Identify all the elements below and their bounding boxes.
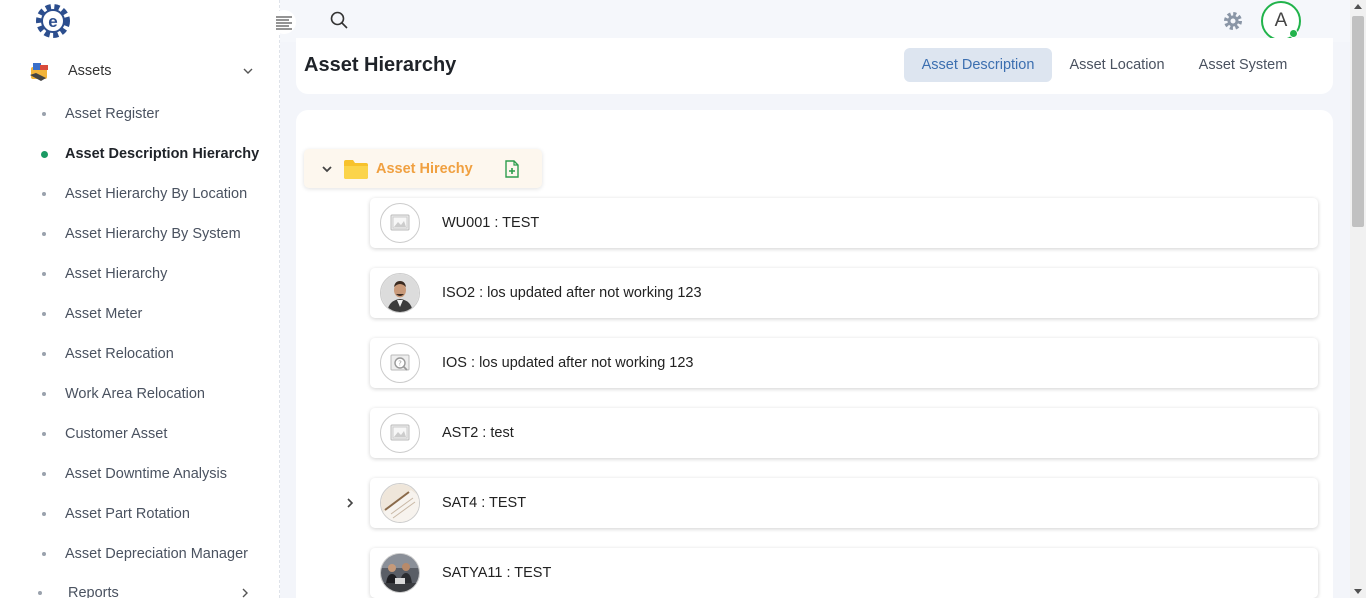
- sidebar-item[interactable]: Asset Downtime Analysis: [0, 454, 280, 494]
- sidebar-group-label: Assets: [68, 63, 112, 79]
- bullet-dot: [42, 472, 46, 476]
- asset-tree-node[interactable]: SATYA11 : TEST: [370, 548, 1318, 598]
- asset-thumbnail-group-photo-icon: [380, 553, 420, 593]
- bullet-dot: [42, 392, 46, 396]
- bullet-dot: [42, 232, 46, 236]
- sidebar-item-label: Asset Register: [65, 106, 160, 122]
- tree-root-label: Asset Hirechy: [376, 160, 473, 177]
- sidebar-item[interactable]: Asset Meter: [0, 294, 280, 334]
- bullet-dot: [42, 432, 46, 436]
- sidebar-item[interactable]: Asset Depreciation Manager: [0, 534, 280, 574]
- sidebar-item-label: Customer Asset: [65, 426, 168, 442]
- svg-text:?: ?: [398, 360, 402, 368]
- sidebar-item[interactable]: Customer Asset: [0, 414, 280, 454]
- bullet-dot: [42, 112, 46, 116]
- asset-thumbnail-person-photo-icon: [380, 273, 420, 313]
- bullet-dot: [42, 312, 46, 316]
- asset-tree-node[interactable]: ? IOS : los updated after not working 123: [370, 338, 1318, 388]
- asset-thumbnail-placeholder-icon: [380, 413, 420, 453]
- sidebar-item[interactable]: Asset Relocation: [0, 334, 280, 374]
- asset-thumbnail-placeholder-icon: [380, 203, 420, 243]
- sidebar-item-label: Asset Description Hierarchy: [65, 146, 260, 162]
- sidebar-item[interactable]: Asset Part Rotation: [0, 494, 280, 534]
- sidebar-item-label: Asset Hierarchy By Location: [65, 186, 248, 202]
- sidebar-item[interactable]: Asset Register: [0, 94, 280, 134]
- top-bar: [280, 0, 1350, 42]
- sidebar-item[interactable]: Asset Description Hierarchy: [0, 134, 280, 174]
- assets-icon: [30, 63, 48, 81]
- sidebar-item-label: Asset Meter: [65, 306, 143, 322]
- reports-label: Reports: [68, 585, 119, 598]
- bullet-dot: [42, 552, 46, 556]
- sidebar-item-label: Asset Hierarchy: [65, 266, 168, 282]
- tree-root-node[interactable]: Asset Hirechy: [304, 149, 542, 188]
- scrollbar-thumb[interactable]: [1352, 16, 1364, 227]
- asset-node-label: AST2 : test: [442, 425, 514, 441]
- sidebar-item-label: Asset Relocation: [65, 346, 174, 362]
- online-status-indicator: [1289, 29, 1298, 38]
- chevron-right-icon[interactable]: [344, 497, 356, 509]
- sidebar-item[interactable]: Work Area Relocation: [0, 374, 280, 414]
- tab-asset-system[interactable]: Asset System: [1186, 48, 1300, 82]
- chevron-down-icon[interactable]: [321, 163, 333, 175]
- add-file-icon[interactable]: [503, 159, 521, 178]
- tab-asset-description[interactable]: Asset Description: [904, 48, 1052, 82]
- hamburger-menu-icon[interactable]: [272, 9, 296, 35]
- bullet-dot: [42, 272, 46, 276]
- asset-node-label: IOS : los updated after not working 123: [442, 355, 694, 371]
- asset-tree-node[interactable]: ISO2 : los updated after not working 123: [370, 268, 1318, 318]
- asset-node-label: WU001 : TEST: [442, 215, 540, 231]
- page-title: Asset Hierarchy: [304, 54, 457, 76]
- sidebar-item-label: Asset Hierarchy By System: [65, 226, 241, 242]
- bullet-dot: [38, 591, 42, 595]
- hierarchy-tree-panel: Asset Hirechy WU001 : TEST ISO2 : los upd…: [296, 110, 1333, 598]
- scroll-up-arrow-icon[interactable]: [1354, 4, 1362, 9]
- asset-thumbnail-search-placeholder-icon: ?: [380, 343, 420, 383]
- asset-thumbnail-paper-photo-icon: [380, 483, 420, 523]
- bullet-dot: [42, 512, 46, 516]
- sidebar-item-label: Work Area Relocation: [65, 386, 205, 402]
- page-scrollbar[interactable]: [1350, 0, 1366, 598]
- sidebar-item-label: Asset Part Rotation: [65, 506, 190, 522]
- page-header: Asset Hierarchy Asset Description Asset …: [296, 38, 1333, 94]
- sidebar: e Assets Asset Register Asset Description…: [0, 0, 280, 598]
- chevron-down-icon: [243, 68, 253, 74]
- sidebar-item[interactable]: Asset Hierarchy: [0, 254, 280, 294]
- folder-icon: [344, 159, 368, 179]
- user-avatar[interactable]: A: [1261, 1, 1301, 41]
- sidebar-item-label: Asset Downtime Analysis: [65, 466, 227, 482]
- sidebar-group-assets[interactable]: Assets: [28, 58, 258, 84]
- asset-node-label: SATYA11 : TEST: [442, 565, 552, 581]
- sidebar-item[interactable]: Asset Hierarchy By Location: [0, 174, 280, 214]
- sidebar-group-reports[interactable]: Reports: [0, 580, 280, 598]
- bullet-dot: [42, 352, 46, 356]
- sidebar-item-label: Asset Depreciation Manager: [65, 546, 248, 562]
- tab-asset-location[interactable]: Asset Location: [1060, 48, 1174, 82]
- scroll-down-arrow-icon[interactable]: [1354, 589, 1362, 594]
- chevron-right-icon: [242, 588, 248, 598]
- sidebar-item[interactable]: Asset Hierarchy By System: [0, 214, 280, 254]
- asset-node-label: SAT4 : TEST: [442, 495, 527, 511]
- active-indicator-dot: [41, 150, 48, 158]
- asset-tree-node[interactable]: AST2 : test: [370, 408, 1318, 458]
- avatar-initial: A: [1274, 10, 1288, 31]
- search-icon[interactable]: [329, 10, 349, 30]
- gear-icon[interactable]: [1222, 10, 1244, 32]
- svg-text:e: e: [48, 12, 57, 31]
- asset-node-label: ISO2 : los updated after not working 123: [442, 285, 702, 301]
- asset-tree-node[interactable]: WU001 : TEST: [370, 198, 1318, 248]
- app-logo[interactable]: e: [33, 1, 73, 41]
- asset-tree-node[interactable]: SAT4 : TEST: [370, 478, 1318, 528]
- bullet-dot: [42, 192, 46, 196]
